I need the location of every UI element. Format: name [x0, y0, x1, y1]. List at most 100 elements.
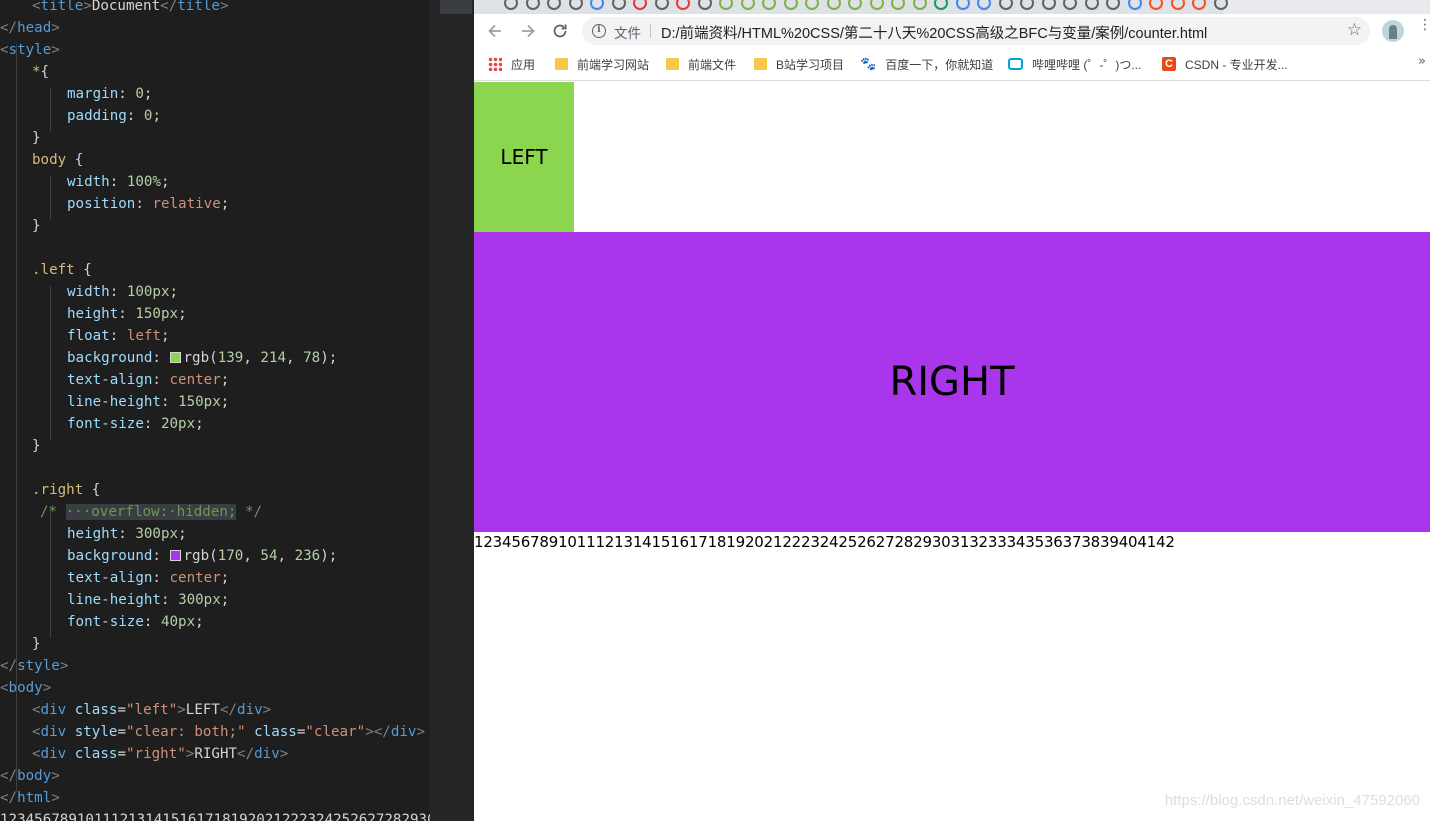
minimap[interactable]: [430, 0, 474, 821]
code-line[interactable]: font-size: 40px;: [67, 611, 204, 633]
bookmark-bilibili[interactable]: 哔哩哔哩 (゜-゜)つ...: [1008, 56, 1141, 72]
reload-button[interactable]: [547, 18, 573, 44]
browser-tab[interactable]: [676, 0, 690, 10]
forward-button[interactable]: [515, 18, 541, 44]
code-line[interactable]: </style>: [0, 655, 68, 677]
code-line[interactable]: font-size: 20px;: [67, 413, 204, 435]
code-line[interactable]: padding: 0;: [67, 105, 161, 127]
browser-tab[interactable]: [633, 0, 647, 10]
bookmark-apps[interactable]: 应用: [488, 56, 535, 72]
browser-tab[interactable]: [977, 0, 991, 10]
profile-avatar[interactable]: [1382, 20, 1404, 42]
code-line[interactable]: <div class="right">RIGHT</div>: [32, 743, 288, 765]
code-token: ;: [152, 108, 161, 124]
code-line[interactable]: }: [32, 633, 41, 655]
browser-tab[interactable]: [590, 0, 604, 10]
browser-tab[interactable]: [891, 0, 905, 10]
browser-tab[interactable]: [848, 0, 862, 10]
code-line[interactable]: <div style="clear: both;" class="clear">…: [32, 721, 425, 743]
browser-tab[interactable]: [1084, 0, 1099, 10]
color-swatch[interactable]: [169, 352, 181, 363]
browser-tab[interactable]: [912, 0, 927, 10]
code-line[interactable]: body {: [32, 149, 83, 171]
browser-tab[interactable]: [955, 0, 970, 10]
code-token: </: [0, 658, 18, 674]
code-line[interactable]: width: 100px;: [67, 281, 178, 303]
code-token: >: [59, 658, 69, 674]
code-line[interactable]: height: 150px;: [67, 303, 187, 325]
code-line[interactable]: </body>: [0, 765, 60, 787]
browser-tab[interactable]: [568, 0, 583, 10]
browser-tab[interactable]: [762, 0, 776, 10]
url-text[interactable]: D:/前端资料/HTML%20CSS/第二十八天%20CSS高级之BFC与变量/…: [661, 22, 1207, 43]
more-bookmarks-icon[interactable]: »: [1418, 54, 1426, 69]
bookmark-folder[interactable]: B站学习项目: [754, 56, 844, 72]
minimap-slider[interactable]: [440, 0, 472, 14]
code-line[interactable]: <div class="left">LEFT</div>: [32, 699, 271, 721]
code-line[interactable]: position: relative;: [67, 193, 229, 215]
code-line[interactable]: margin: 0;: [67, 83, 152, 105]
browser-tab[interactable]: [1041, 0, 1056, 10]
browser-tab[interactable]: [869, 0, 884, 10]
code-line[interactable]: <body>: [0, 677, 51, 699]
back-button[interactable]: [482, 18, 508, 44]
browser-tab[interactable]: [1170, 0, 1185, 10]
browser-tab[interactable]: [525, 0, 540, 10]
browser-tab[interactable]: [1127, 0, 1142, 10]
code-line[interactable]: .left {: [32, 259, 92, 281]
browser-tab[interactable]: [826, 0, 841, 10]
info-icon[interactable]: i: [592, 24, 606, 38]
code-token: :: [126, 108, 144, 124]
code-line[interactable]: line-height: 150px;: [67, 391, 229, 413]
code-line[interactable]: }: [32, 127, 41, 149]
code-line[interactable]: /* ···overflow:·hidden; */: [40, 501, 262, 523]
color-swatch[interactable]: [169, 550, 181, 561]
bookmark-folder[interactable]: 前端文件: [666, 56, 736, 72]
browser-tab[interactable]: [547, 0, 561, 10]
code-line[interactable]: </head>: [0, 17, 60, 39]
code-editor[interactable]: <title>Document</title> </head> <style> *{ m…: [0, 0, 474, 821]
browser-tab[interactable]: [611, 0, 626, 10]
code-line[interactable]: text-align: center;: [67, 369, 229, 391]
bookmark-star-icon[interactable]: ☆: [1347, 20, 1362, 40]
browser-tab[interactable]: [1106, 0, 1120, 10]
code-line[interactable]: height: 300px;: [67, 523, 187, 545]
code-line[interactable]: }: [32, 435, 41, 457]
browser-tab[interactable]: [740, 0, 755, 10]
code-line[interactable]: line-height: 300px;: [67, 589, 229, 611]
address-bar[interactable]: i 文件 D:/前端资料/HTML%20CSS/第二十八天%20CSS高级之BF…: [582, 17, 1370, 45]
code-line[interactable]: float: left;: [67, 325, 170, 347]
code-line[interactable]: *{: [32, 61, 49, 83]
browser-tab[interactable]: [783, 0, 798, 10]
browser-tab[interactable]: [1192, 0, 1206, 10]
code-line[interactable]: background: rgb(139, 214, 78);: [67, 347, 337, 369]
browser-tab[interactable]: [504, 0, 518, 10]
bookmark-baidu[interactable]: 🐾 百度一下，你就知道: [860, 56, 993, 72]
new-tab-area[interactable]: [1224, 0, 1430, 14]
browser-tab[interactable]: [719, 0, 733, 10]
code-line[interactable]: background: rgb(170, 54, 236);: [67, 545, 337, 567]
browser-tab[interactable]: [1020, 0, 1034, 10]
code-token: >: [279, 746, 289, 762]
bookmark-folder[interactable]: 前端学习网站: [555, 56, 649, 72]
code-line[interactable]: .right {: [32, 479, 100, 501]
code-line[interactable]: text-align: center;: [67, 567, 229, 589]
code-token: }: [32, 130, 41, 146]
tab-strip[interactable]: [474, 0, 1430, 14]
code-line[interactable]: }: [32, 215, 41, 237]
menu-kebab-icon[interactable]: ⋮: [1418, 18, 1430, 32]
browser-tab[interactable]: [1149, 0, 1163, 10]
browser-tab[interactable]: [998, 0, 1013, 10]
browser-tab[interactable]: [654, 0, 669, 10]
browser-tab[interactable]: [805, 0, 819, 10]
browser-tab[interactable]: [697, 0, 712, 10]
code-line[interactable]: width: 100%;: [67, 171, 170, 193]
code-line[interactable]: 1234567891011121314151617181920212223242…: [0, 809, 436, 821]
code-line[interactable]: <title>Document</title>: [32, 0, 229, 17]
browser-tab[interactable]: [1063, 0, 1077, 10]
code-line[interactable]: </html>: [0, 787, 60, 809]
bookmark-csdn[interactable]: C CSDN - 专业开发...: [1162, 56, 1288, 72]
code-token: </: [0, 20, 18, 36]
code-line[interactable]: <style>: [0, 39, 60, 61]
browser-tab[interactable]: [934, 0, 948, 10]
